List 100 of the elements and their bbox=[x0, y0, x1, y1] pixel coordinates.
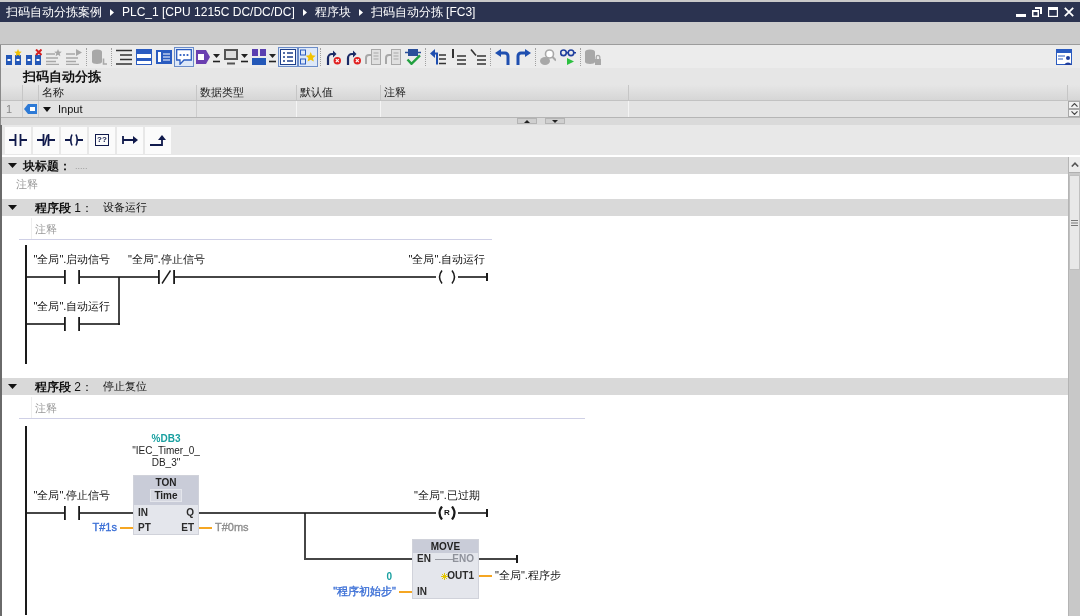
operand-value: 0 bbox=[386, 571, 392, 583]
pin-label: Q bbox=[186, 507, 194, 519]
grip-icon bbox=[1071, 219, 1078, 226]
block-title-label: 块标题： bbox=[23, 158, 71, 173]
palette-button[interactable]: ?? bbox=[89, 126, 115, 154]
instance-number: %DB3 bbox=[151, 433, 181, 445]
data-type-selector[interactable]: Time bbox=[150, 489, 182, 502]
wire bbox=[26, 276, 64, 278]
chevron-up-icon bbox=[1070, 162, 1079, 167]
operand-label: "全局".自动运行 bbox=[408, 253, 486, 266]
column-header: 注释 bbox=[384, 86, 406, 99]
scroll-up-button[interactable] bbox=[1069, 157, 1080, 173]
operand-label: T#1s bbox=[92, 521, 117, 534]
network-header[interactable]: 程序段 2： 停止复位 bbox=[2, 378, 1068, 395]
bars-icon bbox=[156, 48, 172, 65]
operand-label: "全局".已过期 bbox=[414, 489, 480, 502]
network-dropdown-icon bbox=[252, 48, 276, 65]
column-header: 默认值 bbox=[300, 86, 333, 99]
scroll-down-button[interactable] bbox=[1068, 109, 1080, 117]
block-name: 扫码自动分拣 bbox=[23, 69, 101, 84]
instance-name: DB_3" bbox=[151, 457, 181, 469]
breadcrumb-item[interactable]: 扫码自动分拣 [FC3] bbox=[370, 3, 476, 21]
column-header: 名称 bbox=[42, 86, 64, 99]
parameter-wire bbox=[199, 527, 212, 529]
operand-label: "全局".停止信号 bbox=[128, 253, 205, 266]
coil-letter: R bbox=[443, 508, 451, 518]
toolbar-button[interactable] bbox=[493, 46, 513, 67]
pin-label: EN bbox=[417, 553, 431, 565]
scroll-up-button[interactable] bbox=[1068, 101, 1080, 109]
toolbar-button[interactable] bbox=[558, 46, 578, 67]
toolbar-button[interactable] bbox=[278, 46, 298, 67]
arrow-cross-icon bbox=[345, 48, 361, 65]
breadcrumb-item[interactable]: 程序块 bbox=[314, 3, 351, 21]
page-arrow-icon bbox=[365, 48, 381, 65]
row-number: 1 bbox=[6, 102, 13, 116]
cylinder-icon bbox=[91, 48, 107, 65]
toolbar-button[interactable] bbox=[1054, 46, 1074, 67]
palette-button[interactable] bbox=[61, 126, 87, 154]
network-header[interactable]: 程序段 1： 设备运行 bbox=[2, 199, 1068, 216]
box-type: MOVE bbox=[430, 541, 461, 552]
parameter-wire bbox=[479, 575, 492, 577]
operand-label: "全局".自动运行 bbox=[33, 300, 111, 313]
wire-end-mark bbox=[486, 509, 488, 517]
box-type: TON bbox=[155, 477, 177, 488]
block-title-header[interactable]: 块标题： ..... bbox=[2, 157, 1068, 174]
normally-open-contact-icon bbox=[64, 506, 80, 520]
arrow-lines-icon bbox=[430, 48, 446, 65]
operand-label: T#0ms bbox=[215, 521, 249, 534]
toolbar-button[interactable] bbox=[134, 46, 154, 67]
close-icon bbox=[1064, 7, 1074, 17]
wire-end-mark bbox=[516, 555, 518, 563]
palette-button[interactable] bbox=[5, 126, 31, 154]
toolbar-button[interactable] bbox=[403, 46, 423, 67]
tree-lines-icon bbox=[470, 48, 486, 65]
title-field[interactable]: ..... bbox=[75, 158, 115, 173]
wire bbox=[458, 276, 487, 278]
breadcrumb-item[interactable]: PLC_1 [CPU 1215C DC/DC/DC] bbox=[122, 3, 295, 21]
wire bbox=[80, 512, 133, 514]
breadcrumb-item[interactable]: 扫码自动分拣案例 bbox=[6, 3, 102, 21]
coil-bracket-icon bbox=[436, 506, 443, 520]
function-box[interactable]: TON Time IN PT Q ET bbox=[133, 475, 199, 535]
caret-right-icon bbox=[302, 8, 307, 16]
parameter-wire bbox=[120, 527, 133, 529]
toolbar-button[interactable] bbox=[222, 46, 250, 67]
palette-button[interactable] bbox=[117, 126, 143, 154]
pin-label: PT bbox=[138, 522, 151, 534]
wire bbox=[26, 323, 64, 325]
network-label: 程序段 2： bbox=[35, 379, 93, 394]
maximize-icon bbox=[1048, 7, 1058, 17]
close-button[interactable] bbox=[1063, 6, 1075, 18]
curved-arrow-icon bbox=[495, 48, 511, 65]
arrow-cross-icon bbox=[325, 48, 341, 65]
scrollbar-thumb[interactable] bbox=[1069, 175, 1080, 270]
wire bbox=[458, 512, 487, 514]
normally-closed-contact-icon bbox=[37, 134, 55, 146]
collapse-down-button[interactable] bbox=[545, 118, 565, 124]
minimize-icon bbox=[1016, 14, 1026, 17]
collapse-up-button[interactable] bbox=[517, 118, 537, 124]
palette-button[interactable] bbox=[33, 126, 59, 154]
glasses-play-icon bbox=[560, 48, 576, 65]
caret-right-icon bbox=[358, 8, 363, 16]
pin-label: ET bbox=[181, 522, 194, 534]
palette-button[interactable] bbox=[145, 126, 171, 154]
network-star-icon bbox=[6, 48, 22, 65]
window-icon bbox=[136, 48, 152, 65]
page-arrow-icon bbox=[385, 48, 401, 65]
pin-label: IN bbox=[138, 507, 148, 519]
monitor-dropdown-icon bbox=[224, 48, 248, 65]
toolbar-button[interactable] bbox=[428, 46, 448, 67]
restore-button[interactable] bbox=[1031, 6, 1043, 18]
coil-bracket-icon bbox=[451, 506, 458, 520]
bar-lines-icon bbox=[450, 48, 466, 65]
maximize-button[interactable] bbox=[1047, 6, 1059, 18]
vertical-scrollbar[interactable] bbox=[1068, 157, 1080, 616]
toolbar-button[interactable] bbox=[250, 46, 278, 67]
pin-label: IN bbox=[417, 586, 427, 598]
toolbar-button[interactable] bbox=[174, 46, 194, 67]
bent-arrow-icon bbox=[150, 134, 166, 146]
wire-end-mark bbox=[486, 273, 488, 281]
cylinder-lock-icon bbox=[585, 48, 601, 65]
